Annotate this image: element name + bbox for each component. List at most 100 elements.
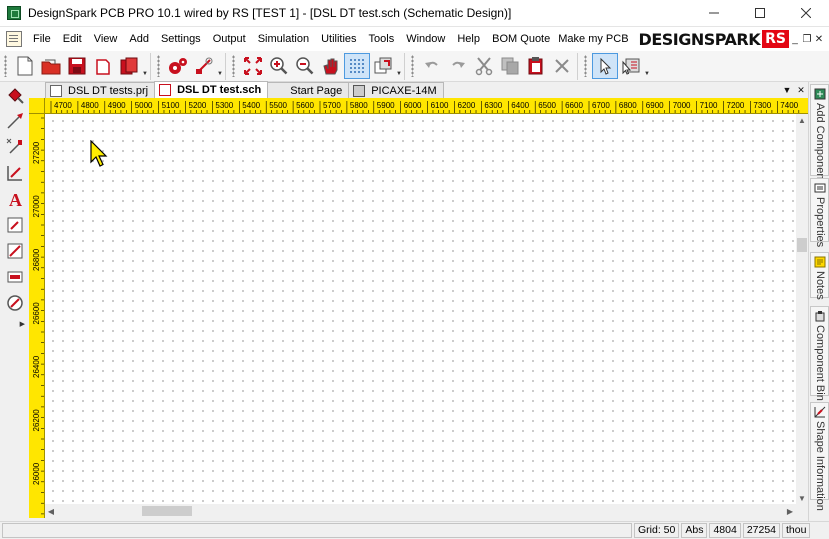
menu-simulation[interactable]: Simulation: [252, 29, 315, 49]
toolbox-scroll-icon[interactable]: ▶: [0, 320, 29, 328]
mdi-minimize-button[interactable]: _: [789, 34, 801, 45]
zoom-in-button[interactable]: [266, 53, 292, 79]
add-line-tool[interactable]: [0, 238, 29, 264]
layers-button[interactable]: [370, 53, 396, 79]
design-technology-button[interactable]: [165, 53, 191, 79]
design-rules-button[interactable]: [191, 53, 217, 79]
cut-button[interactable]: [471, 53, 497, 79]
tab-start-page[interactable]: Start Page: [267, 82, 350, 98]
open-file-button[interactable]: [38, 53, 64, 79]
panel-tab-notes[interactable]: Notes: [810, 252, 829, 300]
close-button[interactable]: [783, 0, 829, 27]
menu-edit[interactable]: Edit: [57, 29, 88, 49]
panel-tab-shape-information[interactable]: Shape Information: [810, 402, 829, 511]
menu-tools[interactable]: Tools: [363, 29, 401, 49]
add-shape-tool[interactable]: [0, 212, 29, 238]
new-file-button[interactable]: [12, 53, 38, 79]
vertical-scrollbar[interactable]: ▲ ▼: [796, 114, 808, 504]
layers-icon: [374, 57, 392, 74]
wire-icon: [6, 113, 23, 129]
make-my-pcb-link[interactable]: Make my PCB: [554, 33, 632, 45]
toolbar-grip[interactable]: [584, 55, 587, 77]
add-rectangle-tool[interactable]: [0, 264, 29, 290]
project-file-icon: [50, 84, 62, 97]
scroll-left-icon[interactable]: ◀: [45, 505, 57, 517]
mdi-close-button[interactable]: ✕: [813, 34, 825, 45]
ruler-label: 7100: [700, 101, 718, 110]
tab-list-dropdown[interactable]: ▼: [780, 82, 794, 98]
ruler-label: 6500: [538, 101, 556, 110]
mdi-restore-button[interactable]: ❐: [801, 34, 813, 45]
toolbar-overflow-3[interactable]: ▼: [396, 53, 402, 79]
menu-settings[interactable]: Settings: [155, 29, 207, 49]
zoom-extents-button[interactable]: [240, 53, 266, 79]
pan-button[interactable]: [318, 53, 344, 79]
minimize-button[interactable]: [691, 0, 737, 27]
scroll-up-icon[interactable]: ▲: [796, 114, 808, 126]
undo-button[interactable]: [419, 53, 445, 79]
main-toolbar: ▼ ▼ ▼ ▼: [0, 51, 829, 82]
select-options-button[interactable]: [618, 53, 644, 79]
copy-button[interactable]: [497, 53, 523, 79]
toolbar-grip[interactable]: [232, 55, 235, 77]
panel-tab-label: Shape Information: [814, 421, 826, 511]
menu-window[interactable]: Window: [400, 29, 451, 49]
toolbar-overflow-2[interactable]: ▼: [217, 53, 223, 79]
toolbar-grip[interactable]: [4, 55, 7, 77]
ruler-label: 5800: [350, 101, 368, 110]
scroll-right-icon[interactable]: ▶: [784, 505, 796, 517]
toolbar-grip[interactable]: [411, 55, 414, 77]
panel-tab-properties[interactable]: Properties: [810, 178, 829, 247]
close-tab-button[interactable]: ✕: [794, 82, 808, 98]
document-menu-icon[interactable]: [6, 31, 22, 47]
add-component-tool[interactable]: [0, 82, 29, 108]
shape-information-icon: [814, 406, 826, 418]
bom-quote-link[interactable]: BOM Quote: [488, 33, 554, 45]
add-connection-tool[interactable]: [0, 108, 29, 134]
tab-picaxe[interactable]: PICAXE-14M: [348, 82, 444, 98]
tab-label: PICAXE-14M: [371, 84, 437, 97]
add-text-tool[interactable]: A: [0, 186, 29, 212]
toolbar-grip[interactable]: [157, 55, 160, 77]
delete-button[interactable]: [549, 53, 575, 79]
select-mode-button[interactable]: [592, 53, 618, 79]
toolbar-overflow-1[interactable]: ▼: [142, 53, 148, 79]
vertical-ruler: 27200 27000 26800 26600 26400 26200 26000: [29, 98, 45, 518]
menu-file[interactable]: File: [27, 29, 57, 49]
panel-tab-label: Add Component: [814, 103, 826, 183]
schematic-canvas[interactable]: [45, 114, 796, 504]
close-document-button[interactable]: [90, 53, 116, 79]
save-button[interactable]: [64, 53, 90, 79]
selection-options-icon: [622, 58, 640, 75]
maximize-button[interactable]: [737, 0, 783, 27]
tab-project[interactable]: DSL DT tests.prj: [45, 82, 156, 98]
horizontal-scrollbar[interactable]: ◀ ▶: [45, 504, 796, 518]
redo-icon: [452, 61, 465, 68]
add-net-tool[interactable]: [0, 134, 29, 160]
paste-button[interactable]: [523, 53, 549, 79]
add-circle-tool[interactable]: [0, 290, 29, 316]
menu-output[interactable]: Output: [207, 29, 252, 49]
vertical-scroll-thumb[interactable]: [797, 238, 807, 252]
document-icon: [96, 59, 110, 75]
scroll-down-icon[interactable]: ▼: [796, 492, 808, 504]
save-icon: [68, 57, 86, 75]
brand-text: DESIGNSPARK: [638, 29, 761, 49]
horizontal-scroll-thumb[interactable]: [142, 506, 192, 516]
ruler-label: 5100: [162, 101, 180, 110]
menu-add[interactable]: Add: [123, 29, 155, 49]
library-button[interactable]: [116, 53, 142, 79]
grid-toggle-button[interactable]: [344, 53, 370, 79]
design-rules-icon: [196, 57, 213, 74]
zoom-out-button[interactable]: [292, 53, 318, 79]
add-bus-tool[interactable]: [0, 160, 29, 186]
panel-tab-component-bin[interactable]: Component Bin: [810, 306, 829, 401]
panel-tab-add-component[interactable]: Add Component: [810, 84, 829, 183]
menu-help[interactable]: Help: [451, 29, 486, 49]
menu-bar: File Edit View Add Settings Output Simul…: [0, 27, 829, 51]
menu-view[interactable]: View: [88, 29, 124, 49]
toolbar-overflow-4[interactable]: ▼: [644, 53, 650, 79]
redo-button[interactable]: [445, 53, 471, 79]
tab-schematic[interactable]: DSL DT test.sch: [154, 81, 269, 98]
menu-utilities[interactable]: Utilities: [315, 29, 362, 49]
